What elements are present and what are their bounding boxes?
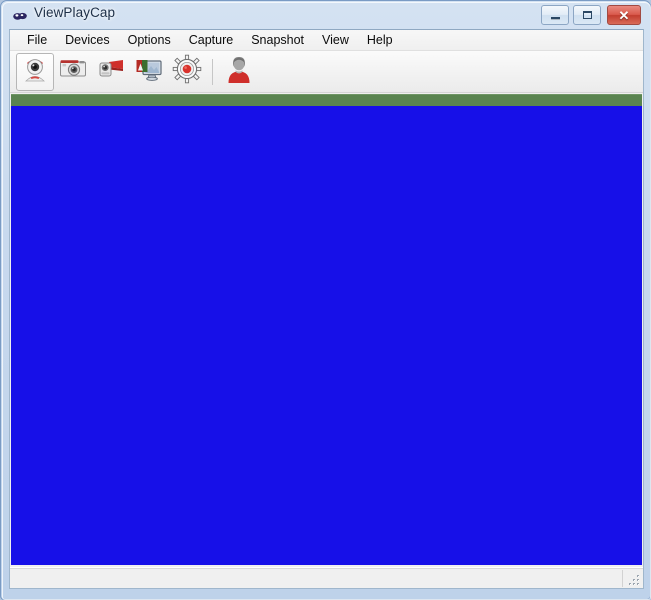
video-preview-surface[interactable] <box>11 106 642 565</box>
webcam-device-icon <box>20 54 50 89</box>
status-bar <box>10 567 643 588</box>
resize-grip[interactable] <box>627 573 641 587</box>
menu-item-options[interactable]: Options <box>119 31 180 50</box>
toolbar-button-display-settings[interactable] <box>130 53 168 91</box>
menu-bar: File Devices Options Capture Snapshot Vi… <box>10 30 643 51</box>
close-button[interactable]: ✕ <box>607 5 641 25</box>
photo-camera-icon <box>58 54 88 89</box>
user-avatar-icon <box>224 54 254 89</box>
minimize-icon <box>550 16 560 20</box>
webcam-eyes-icon <box>12 8 28 24</box>
camcorder-icon <box>96 54 126 89</box>
client-area: File Devices Options Capture Snapshot Vi… <box>9 29 644 589</box>
maximize-icon <box>582 11 592 19</box>
menu-item-file[interactable]: File <box>18 31 56 50</box>
title-bar[interactable]: ViewPlayCap ✕ <box>1 1 651 29</box>
display-settings-icon <box>134 54 164 89</box>
toolbar <box>10 51 643 93</box>
status-divider <box>622 570 623 587</box>
toolbar-button-webcam[interactable] <box>16 52 54 91</box>
menu-item-devices[interactable]: Devices <box>56 31 118 50</box>
toolbar-separator <box>212 58 213 85</box>
maximize-button[interactable] <box>573 5 601 25</box>
record-gear-icon <box>172 54 202 89</box>
application-window: ViewPlayCap ✕ File Devices Options Captu… <box>0 0 651 600</box>
toolbar-button-capture-settings[interactable] <box>168 53 206 91</box>
menu-item-capture[interactable]: Capture <box>180 31 242 50</box>
minimize-button[interactable] <box>541 5 569 25</box>
preview-panel <box>10 93 643 568</box>
toolbar-button-snapshot[interactable] <box>54 53 92 91</box>
menu-item-view[interactable]: View <box>313 31 358 50</box>
toolbar-button-video-capture[interactable] <box>92 53 130 91</box>
toolbar-button-user[interactable] <box>220 53 258 91</box>
window-title: ViewPlayCap <box>34 5 116 20</box>
menu-item-snapshot[interactable]: Snapshot <box>242 31 313 50</box>
close-icon: ✕ <box>618 7 630 23</box>
menu-item-help[interactable]: Help <box>358 31 402 50</box>
